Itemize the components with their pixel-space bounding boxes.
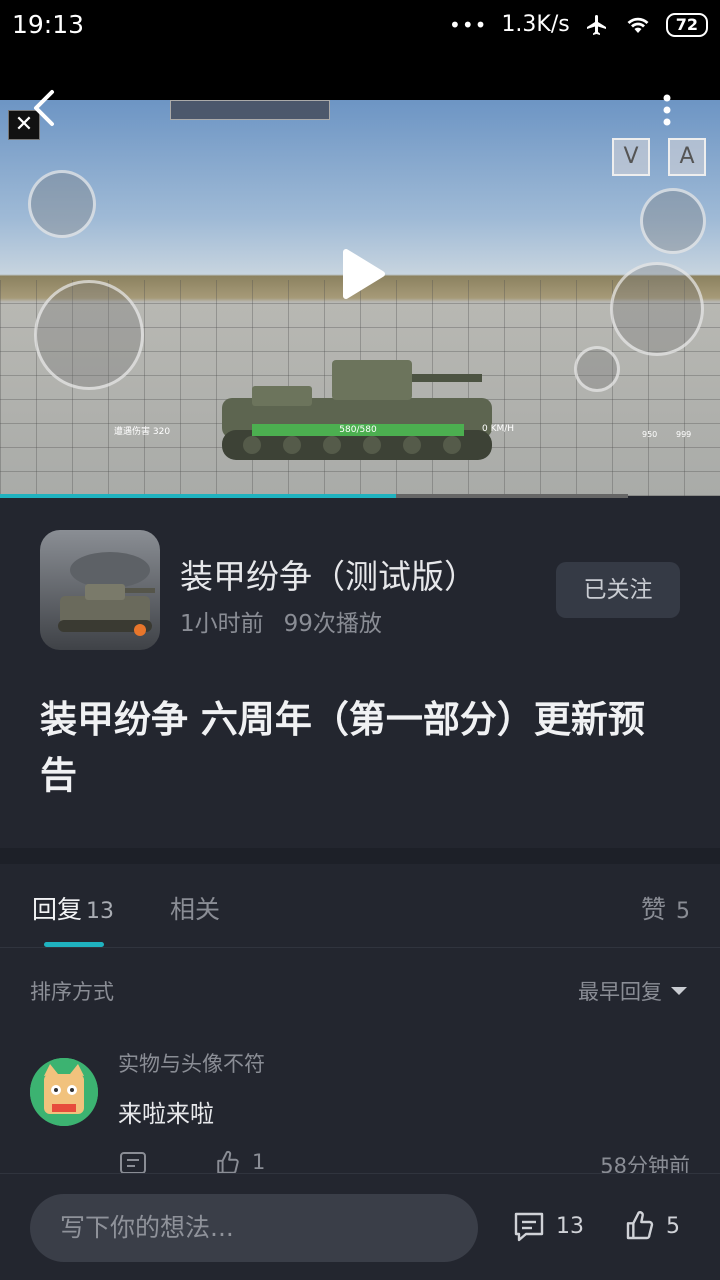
comment-icon — [514, 1212, 544, 1242]
cat-avatar-image — [30, 1058, 98, 1126]
bottom-bar: 写下你的想法... 13 5 — [0, 1173, 720, 1280]
tank-image — [222, 360, 492, 460]
tab-divider — [0, 947, 720, 948]
ammo-count-2: 999 — [676, 430, 692, 439]
wifi-icon — [627, 17, 649, 33]
tab-replies[interactable]: 回复 13 — [32, 890, 114, 926]
more-dots-icon: ••• — [449, 12, 488, 37]
video-frame[interactable]: V A 遭遇伤害 320 580/580 0 KM/H 950 999 ✕ — [0, 100, 720, 496]
video-progress-fill — [0, 494, 396, 498]
comment-username[interactable]: 实物与头像不符 — [118, 1048, 265, 1078]
hud-chat-box — [170, 100, 330, 120]
ammo-slot-right-icon — [574, 346, 620, 392]
avatar[interactable] — [30, 1058, 98, 1126]
sort-label: 排序方式 — [30, 980, 114, 1004]
ammo-count-1: 950 — [642, 430, 658, 439]
video-player[interactable]: V A 遭遇伤害 320 580/580 0 KM/H 950 999 ✕ — [0, 52, 720, 496]
more-options-icon[interactable] — [660, 92, 674, 128]
tab-replies-count: 13 — [86, 899, 115, 924]
like-button[interactable]: 5 — [624, 1210, 680, 1242]
tab-replies-label: 回复 — [32, 895, 83, 924]
damage-label: 遭遇伤害 320 — [114, 427, 171, 437]
key-v-button: V — [612, 138, 650, 176]
health-value: 580/580 — [339, 425, 377, 435]
tab-likes[interactable]: 赞5 — [641, 890, 690, 926]
status-bar: 19:13 ••• 1.3K/s 72 — [0, 0, 720, 52]
health-bar: 580/580 — [252, 424, 464, 436]
play-count: 99次播放 — [283, 611, 382, 637]
tab-likes-count: 5 — [676, 899, 690, 924]
key-a-button: A — [668, 138, 706, 176]
comments-count: 13 — [556, 1213, 584, 1239]
caret-down-icon — [671, 987, 687, 995]
tab-related[interactable]: 相关 — [170, 890, 220, 926]
comment-actions: 1 58分钟前 — [118, 1150, 690, 1178]
status-icons: ••• 1.3K/s 72 — [449, 12, 708, 37]
section-divider — [0, 848, 720, 864]
sort-dropdown[interactable]: 最早回复 — [578, 976, 688, 1006]
game-meta: 1小时前 99次播放 — [180, 604, 382, 638]
play-icon[interactable] — [336, 248, 388, 300]
comment-input[interactable]: 写下你的想法... — [30, 1194, 478, 1262]
comment-text: 来啦来啦 — [118, 1100, 214, 1128]
battery-indicator: 72 — [665, 12, 708, 37]
comments-button[interactable]: 13 — [512, 1210, 584, 1242]
back-arrow-icon[interactable] — [28, 88, 64, 128]
video-progress-bar[interactable] — [0, 494, 628, 498]
post-time: 1小时前 — [180, 611, 264, 637]
follow-button[interactable]: 已关注 — [556, 562, 680, 618]
game-title[interactable]: 装甲纷争（测试版） — [180, 550, 477, 598]
scope-icon — [640, 188, 706, 254]
status-time: 19:13 — [12, 10, 85, 39]
move-joystick — [34, 280, 144, 390]
airplane-mode-icon — [586, 14, 606, 35]
game-icon-image — [40, 530, 160, 650]
post-title: 装甲纷争 六周年（第一部分）更新预告 — [40, 698, 645, 797]
sort-value: 最早回复 — [578, 980, 662, 1004]
likes-count: 5 — [666, 1213, 680, 1239]
tab-likes-label: 赞 — [640, 895, 666, 924]
speed-readout: 0 KM/H — [482, 424, 515, 434]
game-icon[interactable] — [40, 530, 160, 650]
network-speed: 1.3K/s — [501, 12, 570, 37]
thumbs-up-icon — [626, 1211, 654, 1240]
fire-joystick — [610, 262, 704, 356]
ammo-slot-left-icon — [28, 170, 96, 238]
